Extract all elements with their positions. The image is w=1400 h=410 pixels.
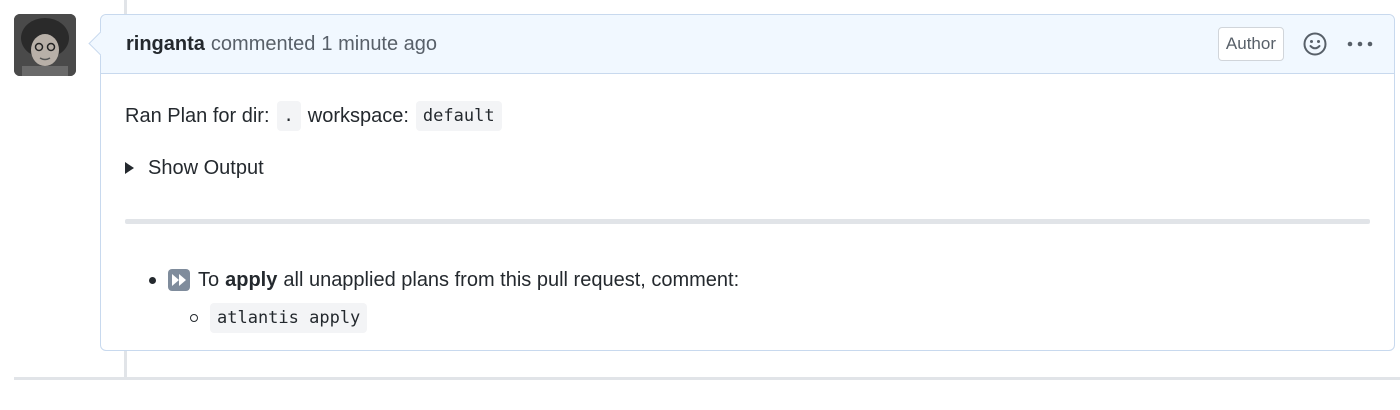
list-item-suffix: all unapplied plans from this pull reque…	[283, 268, 740, 291]
bullet-icon	[149, 276, 156, 284]
show-output-toggle[interactable]: Show Output	[125, 153, 1370, 183]
comment-action: commented	[210, 32, 316, 55]
list-item-bold: apply	[225, 268, 278, 291]
list-item-prefix: To	[198, 268, 220, 291]
timeline-divider	[14, 377, 1400, 380]
avatar[interactable]	[14, 14, 76, 76]
kebab-horizontal-icon[interactable]	[1346, 31, 1374, 57]
list-item: To apply all unapplied plans from this p…	[149, 265, 1370, 295]
comment-header: ringanta commented 1 minute ago Author	[101, 15, 1394, 74]
instructions-list: To apply all unapplied plans from this p…	[125, 265, 1370, 335]
plan-summary-line: Ran Plan for dir: . workspace: default	[125, 98, 1370, 134]
header-actions: Author	[1217, 27, 1374, 61]
comment-body: Ran Plan for dir: . workspace: default S…	[101, 74, 1394, 335]
dir-code: .	[276, 101, 301, 131]
comment-box: ringanta commented 1 minute ago Author R…	[100, 14, 1395, 351]
fast-forward-icon	[168, 269, 190, 291]
circle-bullet-icon	[190, 314, 198, 322]
show-output-label: Show Output	[148, 156, 264, 179]
horizontal-rule	[125, 219, 1370, 224]
disclosure-triangle-icon	[125, 162, 134, 174]
workspace-code: default	[415, 101, 502, 131]
apply-command-code: atlantis apply	[210, 303, 368, 333]
workspace-label: workspace:	[307, 104, 409, 127]
comment-timestamp[interactable]: 1 minute ago	[321, 33, 437, 56]
sub-list-item: atlantis apply	[149, 301, 1370, 335]
plan-prefix: Ran Plan for dir:	[125, 104, 270, 127]
smiley-icon[interactable]	[1302, 31, 1328, 57]
author-link[interactable]: ringanta	[126, 33, 205, 56]
author-badge: Author	[1217, 27, 1284, 61]
